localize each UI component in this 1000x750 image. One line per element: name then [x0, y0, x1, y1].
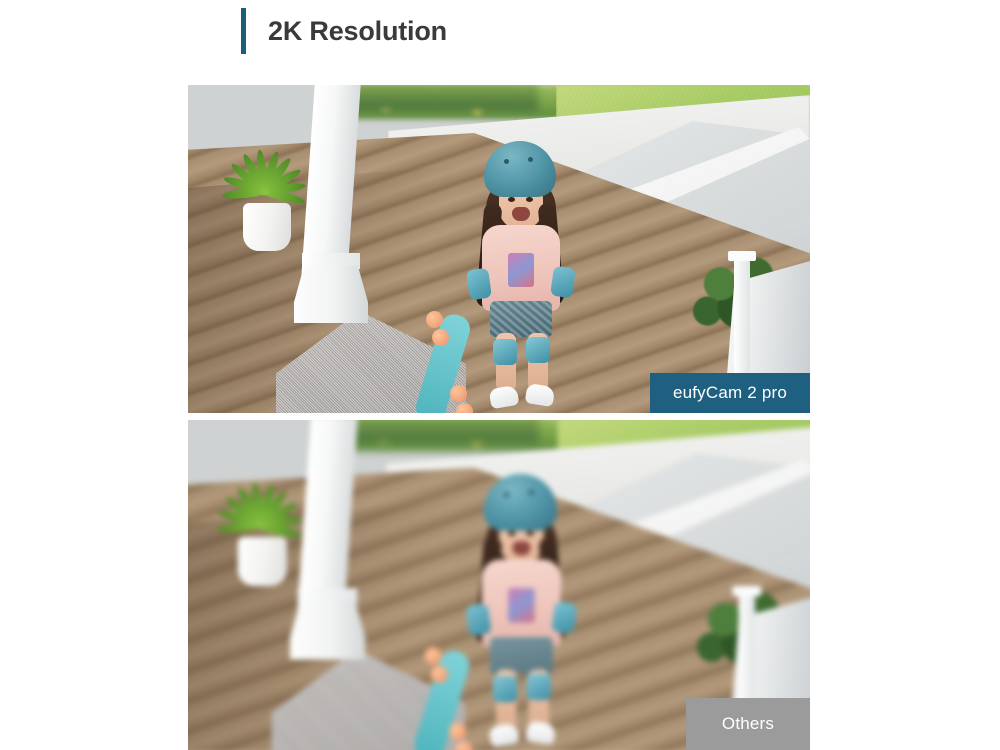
- shoe-right: [524, 382, 556, 408]
- knee-pad-right: [526, 673, 552, 701]
- girl-figure: [456, 141, 586, 413]
- girl-figure: [455, 473, 588, 750]
- column-base: [294, 265, 368, 323]
- shoe-left: [488, 384, 520, 410]
- badge-others: Others: [686, 698, 810, 750]
- potted-plant: [212, 476, 310, 549]
- mouth: [512, 207, 530, 221]
- shorts: [489, 637, 554, 674]
- skateboard-wheel: [426, 311, 443, 328]
- shoe-right: [525, 720, 557, 746]
- shirt-print: [508, 253, 534, 287]
- elbow-pad-left: [466, 267, 492, 301]
- potted-plant: [218, 143, 314, 215]
- column-base: [289, 600, 366, 660]
- page-header: 2K Resolution: [0, 0, 1000, 75]
- mouth: [512, 541, 531, 556]
- camera-scene-sharp: [188, 85, 810, 413]
- hedge: [338, 85, 538, 111]
- helmet: [484, 141, 556, 197]
- shirt-print: [508, 588, 535, 623]
- elbow-pad-right: [551, 600, 578, 635]
- skateboard-wheel: [432, 329, 449, 346]
- shoe-left: [488, 722, 520, 748]
- title-accent-bar: [241, 8, 246, 54]
- shorts: [490, 301, 552, 337]
- knee-pad-right: [526, 337, 550, 363]
- knee-pad-left: [492, 675, 518, 703]
- knee-pad-left: [493, 339, 517, 365]
- skateboard-wheel: [424, 647, 442, 665]
- elbow-pad-right: [550, 265, 576, 299]
- skateboard-wheel: [430, 665, 448, 683]
- fence-post-cap: [732, 586, 762, 597]
- page-title: 2K Resolution: [268, 16, 447, 46]
- fence-post-cap: [728, 251, 756, 261]
- helmet: [483, 473, 558, 531]
- comparison-panel-others: Others: [188, 420, 810, 750]
- elbow-pad-left: [465, 602, 492, 637]
- comparison-panel-eufycam: eufyCam 2 pro: [188, 85, 810, 413]
- badge-eufycam: eufyCam 2 pro: [650, 373, 810, 413]
